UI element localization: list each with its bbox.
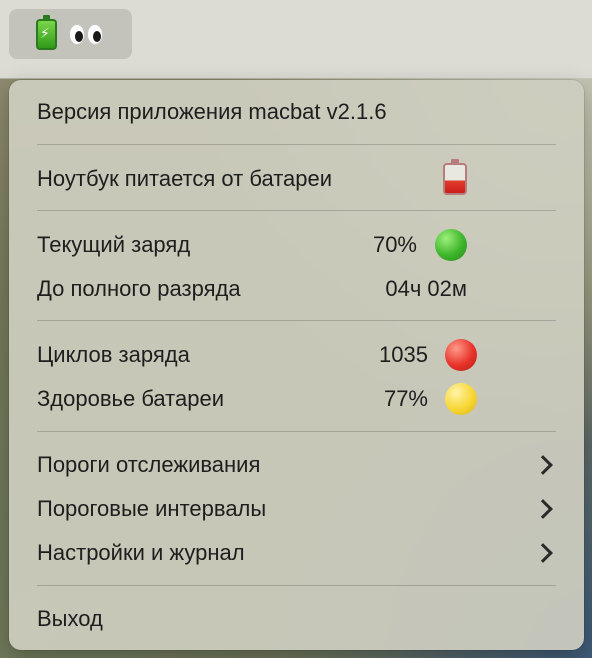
app-version-label: Версия приложения macbat v2.1.6 bbox=[37, 99, 387, 124]
power-source-label: Ноутбук питается от батареи bbox=[37, 166, 333, 191]
green-status-dot-icon bbox=[435, 229, 467, 261]
left-eye-icon bbox=[69, 23, 85, 45]
settings-log-label: Настройки и журнал bbox=[37, 540, 245, 565]
chevron-right-icon bbox=[533, 455, 553, 475]
separator bbox=[37, 144, 556, 145]
macbat-status-item[interactable] bbox=[9, 9, 132, 59]
yellow-status-dot-icon bbox=[445, 383, 477, 415]
charge-cycles-label: Циклов заряда bbox=[37, 342, 190, 367]
separator bbox=[37, 431, 556, 432]
charge-cycles-item: Циклов заряда 1035 bbox=[37, 333, 556, 377]
thresholds-menu-item[interactable]: Пороги отслеживания bbox=[37, 443, 556, 487]
time-to-empty-label: До полного разряда bbox=[37, 276, 241, 301]
right-eye-icon bbox=[87, 23, 103, 45]
current-charge-item: Текущий заряд 70% bbox=[37, 223, 556, 267]
current-charge-value: 70% bbox=[372, 232, 417, 257]
charge-cycles-value: 1035 bbox=[379, 342, 428, 367]
threshold-intervals-menu-item[interactable]: Пороговые интервалы bbox=[37, 487, 556, 531]
separator bbox=[37, 585, 556, 586]
quit-menu-item[interactable]: Выход bbox=[37, 597, 556, 641]
battery-health-item: Здоровье батареи 77% bbox=[37, 377, 556, 421]
current-charge-label: Текущий заряд bbox=[37, 232, 191, 257]
chevron-right-icon bbox=[533, 499, 553, 519]
menu-bar bbox=[0, 0, 592, 78]
app-version-item: Версия приложения macbat v2.1.6 bbox=[37, 90, 556, 134]
eyes-emoji-icon bbox=[69, 23, 103, 45]
chevron-right-icon bbox=[533, 543, 553, 563]
macbat-dropdown-menu: Версия приложения macbat v2.1.6 Ноутбук … bbox=[9, 80, 584, 650]
red-status-dot-icon bbox=[445, 339, 477, 371]
green-charging-battery-icon bbox=[36, 14, 57, 50]
separator bbox=[37, 210, 556, 211]
settings-log-menu-item[interactable]: Настройки и журнал bbox=[37, 531, 556, 575]
thresholds-label: Пороги отслеживания bbox=[37, 452, 261, 477]
battery-health-value: 77% bbox=[383, 386, 428, 411]
power-source-item: Ноутбук питается от батареи bbox=[37, 157, 556, 201]
threshold-intervals-label: Пороговые интервалы bbox=[37, 496, 267, 521]
battery-health-label: Здоровье батареи bbox=[37, 386, 224, 411]
time-to-empty-item: До полного разряда 04ч 02м bbox=[37, 267, 556, 311]
time-to-empty-value: 04ч 02м bbox=[385, 276, 467, 301]
quit-label: Выход bbox=[37, 606, 103, 631]
empty-battery-icon bbox=[443, 159, 467, 195]
separator bbox=[37, 320, 556, 321]
